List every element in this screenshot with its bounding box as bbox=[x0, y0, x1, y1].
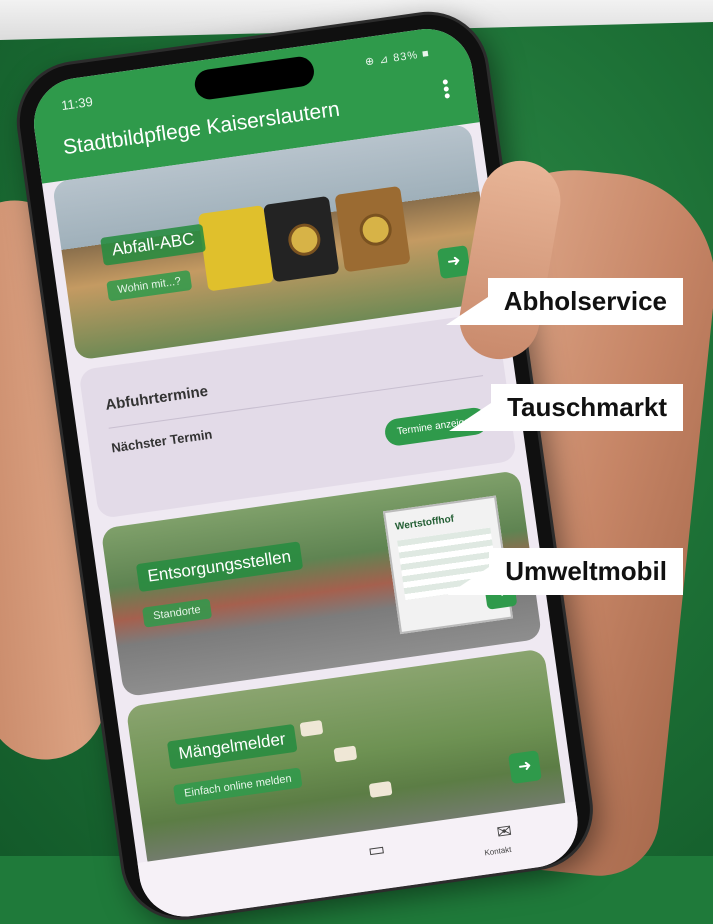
callout-tauschmarkt: Tauschmarkt bbox=[449, 384, 683, 431]
card-title-entsorgung: Entsorgungsstellen bbox=[135, 541, 303, 593]
callout-abholservice: Abholservice bbox=[445, 278, 683, 325]
callout-umweltmobil: Umweltmobil bbox=[447, 548, 683, 595]
more-vert-icon[interactable] bbox=[441, 78, 450, 101]
litter-cup bbox=[333, 745, 358, 763]
arrow-right-icon[interactable]: ➜ bbox=[507, 750, 542, 785]
brown-bin bbox=[334, 185, 411, 273]
black-bin bbox=[263, 195, 340, 283]
card-subtitle-abfall: Wohin mit...? bbox=[106, 269, 193, 302]
litter-cup bbox=[368, 780, 393, 798]
card-title-abfall: Abfall-ABC bbox=[100, 223, 207, 266]
litter-cup bbox=[299, 719, 324, 737]
card-title-maengel: Mängelmelder bbox=[166, 723, 298, 770]
status-time: 11:39 bbox=[60, 93, 94, 114]
status-icons: ⊕ ⊿ 83% ■ bbox=[364, 47, 431, 69]
yellow-bin bbox=[197, 205, 275, 292]
card-subtitle-entsorgung: Standorte bbox=[142, 598, 212, 628]
card-subtitle-maengel: Einfach online melden bbox=[173, 767, 303, 806]
mail-icon[interactable]: ✉ bbox=[495, 821, 513, 844]
calendar-icon[interactable]: ▭ bbox=[367, 838, 387, 861]
